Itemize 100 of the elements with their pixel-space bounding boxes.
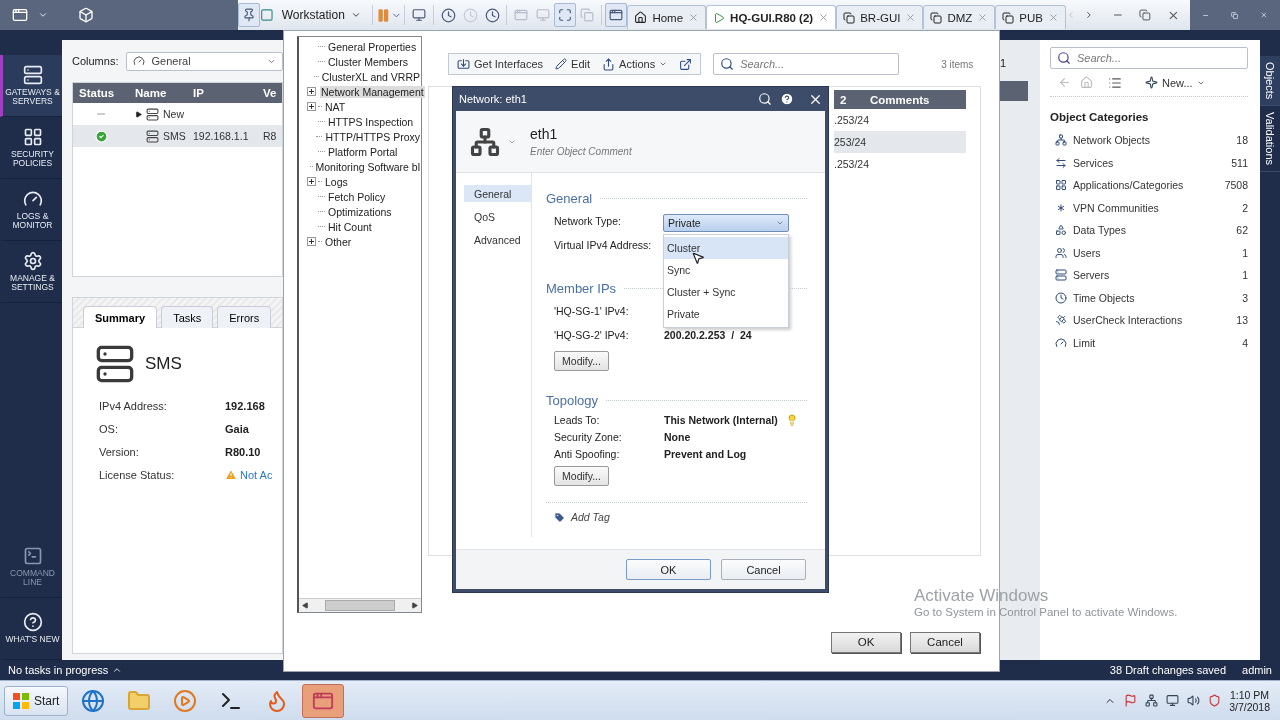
search-icon[interactable] bbox=[758, 92, 772, 106]
ok-button[interactable]: OK bbox=[831, 631, 901, 653]
tree-item[interactable]: Monitoring Software bl bbox=[314, 160, 421, 173]
expand-toggle[interactable] bbox=[307, 177, 316, 186]
restore-icon[interactable] bbox=[1139, 9, 1152, 21]
network-icon[interactable] bbox=[1145, 694, 1159, 707]
tree-item[interactable]: Logs bbox=[324, 175, 349, 188]
tree-item[interactable]: NAT bbox=[324, 100, 347, 113]
fullscreen-button[interactable] bbox=[554, 3, 577, 27]
play-icon[interactable] bbox=[173, 688, 198, 713]
scroll-right-icon[interactable] bbox=[411, 602, 418, 609]
expand-icon[interactable] bbox=[112, 665, 123, 675]
cube-icon[interactable] bbox=[78, 7, 94, 23]
category-link[interactable]: Data Types bbox=[1073, 224, 1231, 237]
monitor-icon[interactable] bbox=[412, 8, 427, 22]
toolbar-button[interactable]: Edit bbox=[555, 58, 591, 70]
cancel-button[interactable]: Cancel bbox=[910, 631, 980, 653]
summary-tab[interactable]: Errors bbox=[217, 306, 272, 328]
new-menu-button[interactable]: New... bbox=[1145, 76, 1205, 89]
dialog-tab[interactable]: General bbox=[464, 185, 531, 202]
ok-button[interactable]: OK bbox=[626, 559, 711, 580]
dropdown-option[interactable]: Private bbox=[664, 303, 788, 325]
nav-item[interactable]: GATEWAYS & SERVERS bbox=[0, 55, 62, 117]
dialog-tab[interactable]: QoS bbox=[464, 208, 531, 225]
taskbar-button[interactable] bbox=[302, 683, 345, 718]
add-tag-link[interactable]: Add Tag bbox=[571, 511, 610, 523]
category-link[interactable]: Time Objects bbox=[1073, 291, 1237, 304]
monitor-icon[interactable] bbox=[1166, 694, 1180, 707]
pin-icon[interactable] bbox=[242, 8, 256, 22]
tree-item[interactable]: HTTP/HTTPS Proxy bbox=[324, 130, 421, 143]
search-field[interactable]: Search... bbox=[713, 53, 900, 75]
caret-icon[interactable] bbox=[38, 10, 48, 20]
expand-toggle[interactable] bbox=[307, 237, 316, 246]
toolbar-button[interactable]: Get Interfaces bbox=[457, 57, 544, 71]
shield-icon[interactable] bbox=[1208, 694, 1222, 707]
dropdown-option[interactable]: Cluster bbox=[664, 237, 788, 259]
tree-item[interactable]: Other bbox=[324, 235, 353, 248]
category-link[interactable]: Servers bbox=[1073, 269, 1237, 282]
comment-field[interactable]: Enter Object Comment bbox=[530, 146, 632, 157]
gateway-row[interactable]: SMS 192.168.1.1 R8 bbox=[73, 125, 282, 147]
tree-item[interactable]: Optimizations bbox=[327, 205, 393, 218]
category-link[interactable]: Applications/Categories bbox=[1073, 179, 1219, 192]
clock-icon[interactable] bbox=[484, 7, 500, 23]
tree-item[interactable]: Hit Count bbox=[327, 220, 373, 233]
volume-icon[interactable] bbox=[1187, 694, 1201, 707]
side-tab[interactable]: Validations bbox=[1260, 106, 1280, 173]
category-link[interactable]: Users bbox=[1073, 246, 1237, 259]
popout-icon[interactable] bbox=[679, 57, 693, 71]
category-link[interactable]: VPN Communities bbox=[1073, 201, 1237, 214]
dropdown-option[interactable]: Sync bbox=[664, 259, 788, 281]
column-header[interactable]: Status bbox=[73, 87, 129, 99]
tree-item[interactable]: Fetch Policy bbox=[327, 190, 387, 203]
side-tab[interactable]: Objects bbox=[1260, 56, 1280, 107]
column-header[interactable]: 2 bbox=[834, 93, 864, 106]
expand-icon[interactable] bbox=[135, 110, 142, 118]
column-header[interactable]: IP bbox=[187, 87, 257, 99]
tabs-view-button[interactable] bbox=[605, 3, 628, 27]
network-type-dropdown[interactable]: Private bbox=[663, 214, 789, 232]
vm-tab[interactable]: DMZ bbox=[923, 5, 996, 29]
start-button[interactable]: Start bbox=[4, 685, 69, 716]
clock-icon[interactable] bbox=[440, 7, 456, 23]
cancel-button[interactable]: Cancel bbox=[721, 559, 806, 580]
columns-dropdown[interactable]: General bbox=[126, 51, 283, 71]
modify-button[interactable]: Modify... bbox=[554, 351, 609, 371]
tree-item[interactable]: ClusterXL and VRRP bbox=[320, 70, 421, 83]
toolbar-button[interactable]: Actions bbox=[602, 57, 668, 71]
search-field[interactable]: Search... bbox=[1050, 47, 1248, 69]
interface-row[interactable]: 253/24 bbox=[834, 131, 966, 153]
column-header[interactable]: Name bbox=[129, 87, 187, 99]
horizontal-scrollbar[interactable] bbox=[299, 598, 421, 612]
summary-tab[interactable]: Tasks bbox=[161, 306, 214, 328]
scroll-thumb[interactable] bbox=[325, 600, 395, 611]
summary-tab[interactable]: Summary bbox=[83, 306, 158, 328]
workstation-menu[interactable]: Workstation bbox=[273, 8, 369, 22]
maximize-icon[interactable] bbox=[558, 8, 573, 22]
category-link[interactable]: Network Objects bbox=[1073, 134, 1231, 147]
category-link[interactable]: Services bbox=[1073, 156, 1226, 169]
column-header[interactable]: Comments bbox=[864, 93, 966, 106]
column-header[interactable]: Ve bbox=[257, 87, 282, 99]
license-link[interactable]: Not Ac bbox=[240, 468, 273, 481]
help-icon[interactable] bbox=[780, 92, 794, 106]
dialog-tab[interactable]: Advanced bbox=[464, 231, 531, 248]
list-icon[interactable] bbox=[1108, 75, 1122, 90]
dropdown-option[interactable]: Cluster + Sync bbox=[664, 281, 788, 303]
category-link[interactable]: UserCheck Interactions bbox=[1073, 314, 1231, 327]
tree-item[interactable]: Cluster Members bbox=[327, 55, 409, 68]
window-icon[interactable] bbox=[609, 8, 624, 22]
caret-icon[interactable] bbox=[350, 10, 361, 20]
console-icon[interactable] bbox=[12, 7, 28, 23]
vm-tab[interactable]: BR-GUI bbox=[836, 5, 924, 29]
tree-item[interactable]: Platform Portal bbox=[327, 145, 399, 158]
modify-button[interactable]: Modify... bbox=[554, 466, 609, 486]
vm-tab[interactable]: Home bbox=[627, 5, 707, 29]
expand-toggle[interactable] bbox=[307, 87, 316, 96]
pin-button[interactable] bbox=[238, 3, 260, 27]
globe-icon[interactable] bbox=[81, 688, 106, 713]
expand-toggle[interactable] bbox=[307, 102, 316, 111]
pause-icon[interactable] bbox=[375, 7, 391, 23]
tree-item[interactable]: Network Management bbox=[320, 85, 425, 98]
tree-item[interactable]: General Properties bbox=[327, 40, 418, 53]
